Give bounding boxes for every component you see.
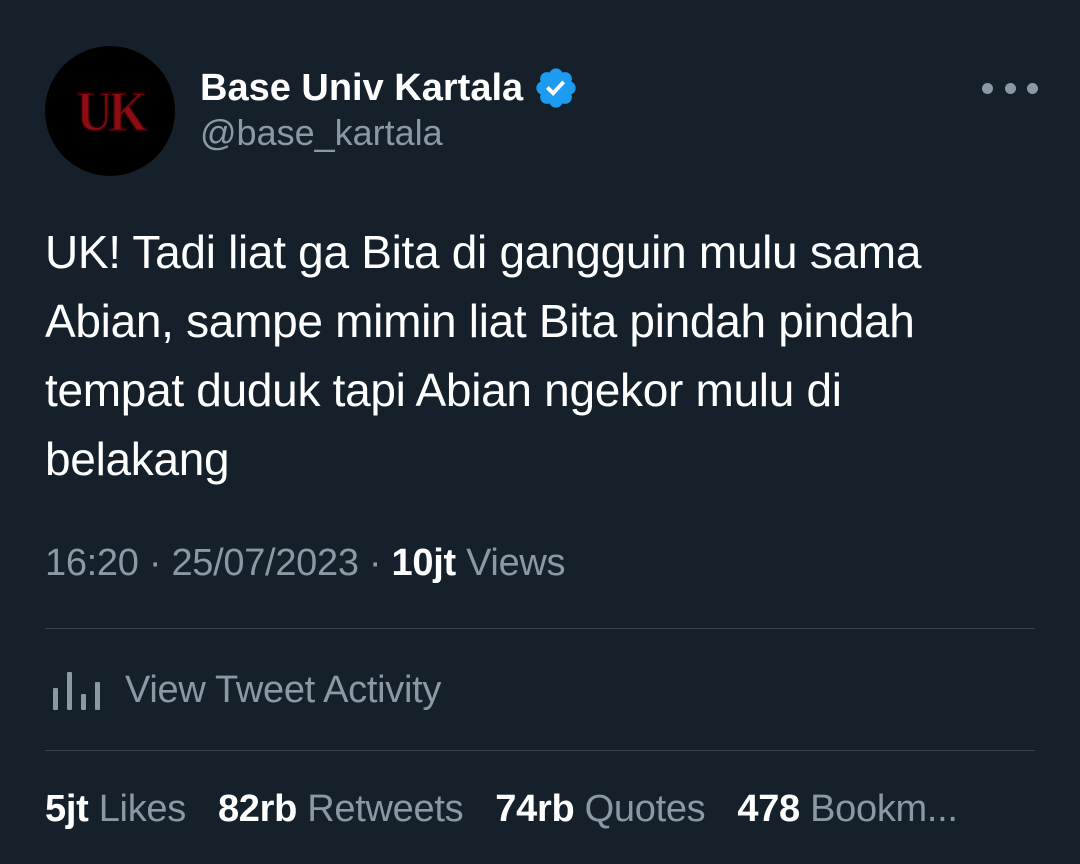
tweet-meta: 16:20 · 25/07/2023 · 10jt Views <box>45 542 566 585</box>
tweet-date[interactable]: 25/07/2023 <box>171 542 358 584</box>
likes-count: 5jt <box>45 788 89 830</box>
meta-separator: · <box>358 542 392 584</box>
quotes-stat[interactable]: 74rb Quotes <box>495 788 705 831</box>
views-label: Views <box>455 542 566 584</box>
more-dot <box>1004 82 1016 94</box>
likes-label: Likes <box>98 788 187 830</box>
author-name-row: Base Univ Kartala <box>200 66 579 110</box>
likes-stat[interactable]: 5jt Likes <box>45 788 186 831</box>
display-name[interactable]: Base Univ Kartala <box>200 67 523 110</box>
views-count: 10jt <box>391 542 457 584</box>
account-handle[interactable]: @base_kartala <box>200 112 443 154</box>
tweet-text: UK! Tadi liat ga Bita di gangguin mulu s… <box>45 226 922 485</box>
tweet-time[interactable]: 16:20 <box>45 542 139 584</box>
engagement-stats: 5jt Likes 82rb Retweets 74rb Quotes 478 … <box>45 788 1045 831</box>
retweets-label: Retweets <box>307 788 464 830</box>
bookmarks-label: Bookm... <box>810 788 958 830</box>
quotes-count: 74rb <box>495 788 575 830</box>
divider <box>45 628 1035 629</box>
more-dot <box>982 82 993 94</box>
retweets-count: 82rb <box>217 788 298 830</box>
avatar[interactable]: UK <box>45 46 175 176</box>
avatar-logo: UK <box>76 78 149 144</box>
quotes-label: Quotes <box>584 788 706 830</box>
view-tweet-activity-button[interactable]: View Tweet Activity <box>45 660 441 720</box>
retweets-stat[interactable]: 82rb Retweets <box>217 788 464 831</box>
meta-separator: · <box>138 542 172 584</box>
divider <box>45 750 1035 751</box>
verified-badge-icon <box>536 68 576 108</box>
more-options-icon[interactable] <box>982 76 1038 100</box>
view-tweet-activity-label: View Tweet Activity <box>125 668 442 711</box>
more-dot <box>1027 82 1038 94</box>
bar-chart-icon <box>53 672 100 710</box>
bookmarks-stat[interactable]: 478 Bookm... <box>737 788 958 831</box>
bookmarks-count: 478 <box>737 788 800 830</box>
